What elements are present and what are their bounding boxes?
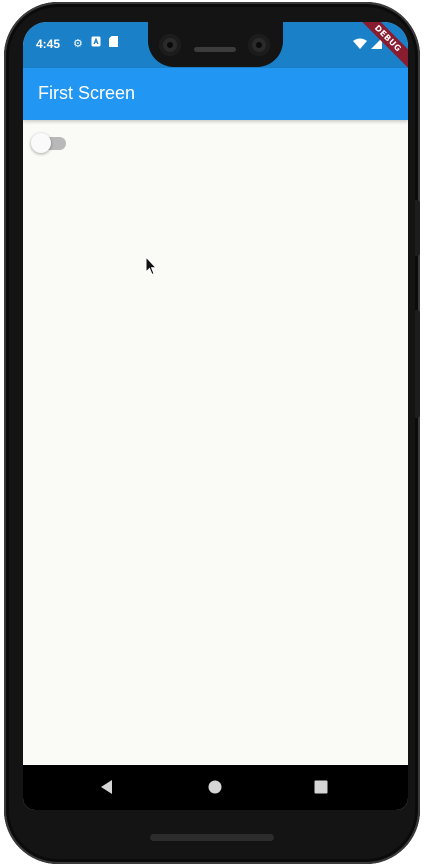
switch-thumb[interactable] (31, 133, 51, 153)
status-bar: 4:45 ⚙ DEBUG (23, 22, 408, 73)
app-bar: First Screen (23, 68, 408, 120)
volume-button (415, 310, 420, 418)
a-icon (91, 36, 101, 51)
power-button (415, 200, 420, 256)
sd-card-icon (108, 36, 118, 51)
recents-icon[interactable] (313, 779, 329, 795)
phone-frame: 4:45 ⚙ DEBUG First Screen (4, 2, 420, 864)
camera-notch (148, 22, 283, 67)
mouse-pointer-icon (145, 255, 158, 281)
toggle-switch[interactable] (31, 133, 67, 153)
back-icon[interactable] (99, 779, 115, 795)
navigation-bar (23, 765, 408, 810)
front-camera-icon (159, 34, 181, 56)
wifi-icon (353, 36, 367, 54)
screen: 4:45 ⚙ DEBUG First Screen (23, 22, 408, 810)
settings-icon: ⚙ (73, 36, 83, 50)
earpiece-speaker (194, 47, 236, 52)
status-time: 4:45 (36, 37, 61, 51)
front-sensor-icon (248, 34, 270, 56)
page-title: First Screen (38, 83, 136, 103)
home-indicator (150, 834, 274, 841)
home-icon[interactable] (207, 779, 223, 795)
